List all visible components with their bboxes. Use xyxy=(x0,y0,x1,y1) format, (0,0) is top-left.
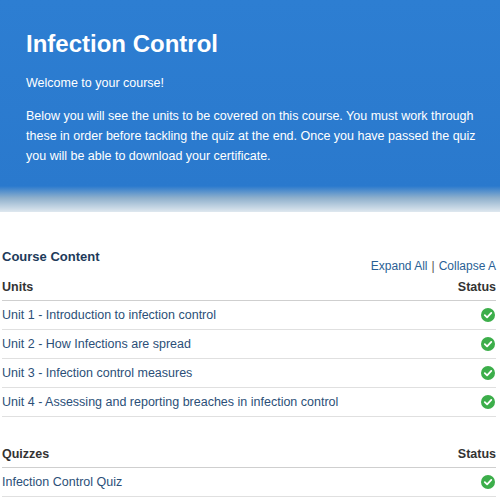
course-content-header: Course Content Expand All|Collapse A xyxy=(2,248,496,274)
check-icon xyxy=(481,395,495,409)
status-heading: Status xyxy=(458,280,496,294)
separator: | xyxy=(432,258,435,274)
course-page: Infection Control Welcome to your course!… xyxy=(0,0,500,497)
intro-text: Below you will see the units to be cover… xyxy=(26,106,480,166)
item-link[interactable]: Unit 3 - Infection control measures xyxy=(2,365,192,381)
item-link[interactable]: Unit 2 - How Infections are spread xyxy=(2,336,191,352)
content-row[interactable]: Unit 4 - Assessing and reporting breache… xyxy=(2,388,496,417)
content-row[interactable]: Unit 1 - Introduction to infection contr… xyxy=(2,301,496,330)
section-heading: Quizzes xyxy=(2,447,49,461)
check-icon xyxy=(481,475,495,489)
status-heading: Status xyxy=(458,447,496,461)
section-header: Quizzes Status xyxy=(2,441,496,468)
content-row[interactable]: Unit 3 - Infection control measures xyxy=(2,359,496,388)
collapse-all-link[interactable]: Collapse A xyxy=(439,258,496,274)
section-header: Units Status xyxy=(2,274,496,301)
content-row[interactable]: Infection Control Quiz xyxy=(2,468,496,497)
content-row[interactable]: Unit 2 - How Infections are spread xyxy=(2,330,496,359)
content-section: Units Status Unit 1 - Introduction to infe… xyxy=(2,274,496,417)
expand-collapse: Expand All|Collapse A xyxy=(371,248,496,274)
item-link[interactable]: Unit 1 - Introduction to infection contr… xyxy=(2,307,216,323)
check-icon xyxy=(481,308,495,322)
course-title: Infection Control xyxy=(26,28,480,60)
expand-all-link[interactable]: Expand All xyxy=(371,258,428,274)
check-icon xyxy=(481,337,495,351)
course-banner: Infection Control Welcome to your course!… xyxy=(0,0,500,212)
course-content: Course ContentExpand All|Collapse AUnits… xyxy=(0,212,500,497)
welcome-text: Welcome to your course! xyxy=(26,74,480,92)
section-heading: Units xyxy=(2,280,33,294)
content-section: Quizzes Status Infection Control Quiz xyxy=(2,441,496,497)
check-icon xyxy=(481,366,495,380)
item-link[interactable]: Infection Control Quiz xyxy=(2,474,122,490)
item-link[interactable]: Unit 4 - Assessing and reporting breache… xyxy=(2,394,338,410)
course-content-title: Course Content xyxy=(2,248,100,266)
